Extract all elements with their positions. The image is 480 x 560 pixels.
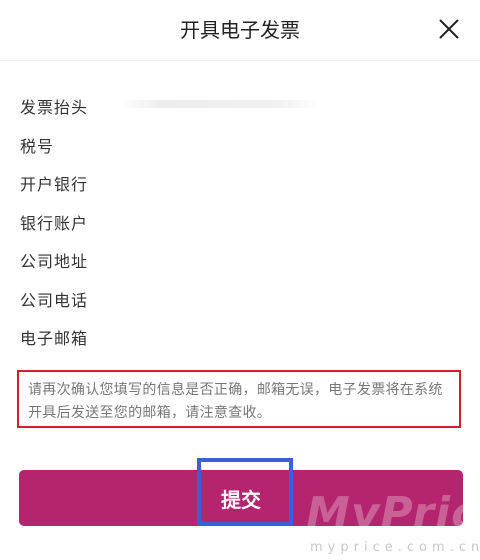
invoice-title-value[interactable] xyxy=(120,94,340,114)
invoice-title-label: 发票抬头 xyxy=(20,98,89,117)
watermark-url: myprice.com.cn xyxy=(310,540,480,555)
page-title: 开具电子发票 xyxy=(180,18,300,42)
form-row-bank[interactable]: 开户银行 xyxy=(20,163,460,202)
bank-value[interactable] xyxy=(120,171,340,191)
email-label: 电子邮箱 xyxy=(20,329,89,348)
watermark-logo: MyPrice xyxy=(306,488,480,539)
form-row-company-address[interactable]: 公司地址 xyxy=(20,240,460,279)
tax-number-value[interactable] xyxy=(120,133,340,153)
bank-account-value[interactable] xyxy=(120,210,340,230)
submit-highlight-box xyxy=(197,458,293,526)
form-row-invoice-title[interactable]: 发票抬头 xyxy=(20,86,460,125)
form-row-bank-account[interactable]: 银行账户 xyxy=(20,202,460,241)
form-row-company-phone[interactable]: 公司电话 xyxy=(20,279,460,318)
page-header: 开具电子发票 xyxy=(0,0,480,61)
company-phone-value[interactable] xyxy=(120,287,340,307)
email-value[interactable] xyxy=(120,325,340,345)
company-address-label: 公司地址 xyxy=(20,252,89,271)
form-row-email[interactable]: 电子邮箱 xyxy=(20,317,460,356)
bank-label: 开户银行 xyxy=(20,175,89,194)
invoice-form: 发票抬头 税号 开户银行 银行账户 公司地址 公司电话 电子邮箱 xyxy=(20,86,460,356)
tax-number-label: 税号 xyxy=(20,136,55,156)
bank-account-label: 银行账户 xyxy=(20,213,89,233)
company-address-value[interactable] xyxy=(120,248,340,268)
form-row-tax-number[interactable]: 税号 xyxy=(20,125,460,164)
company-phone-label: 公司电话 xyxy=(20,290,89,310)
close-icon[interactable] xyxy=(434,14,464,44)
confirmation-notice: 请再次确认您填写的信息是否正确，邮箱无误，电子发票将在系统开具后发送至您的邮箱，… xyxy=(17,370,461,428)
